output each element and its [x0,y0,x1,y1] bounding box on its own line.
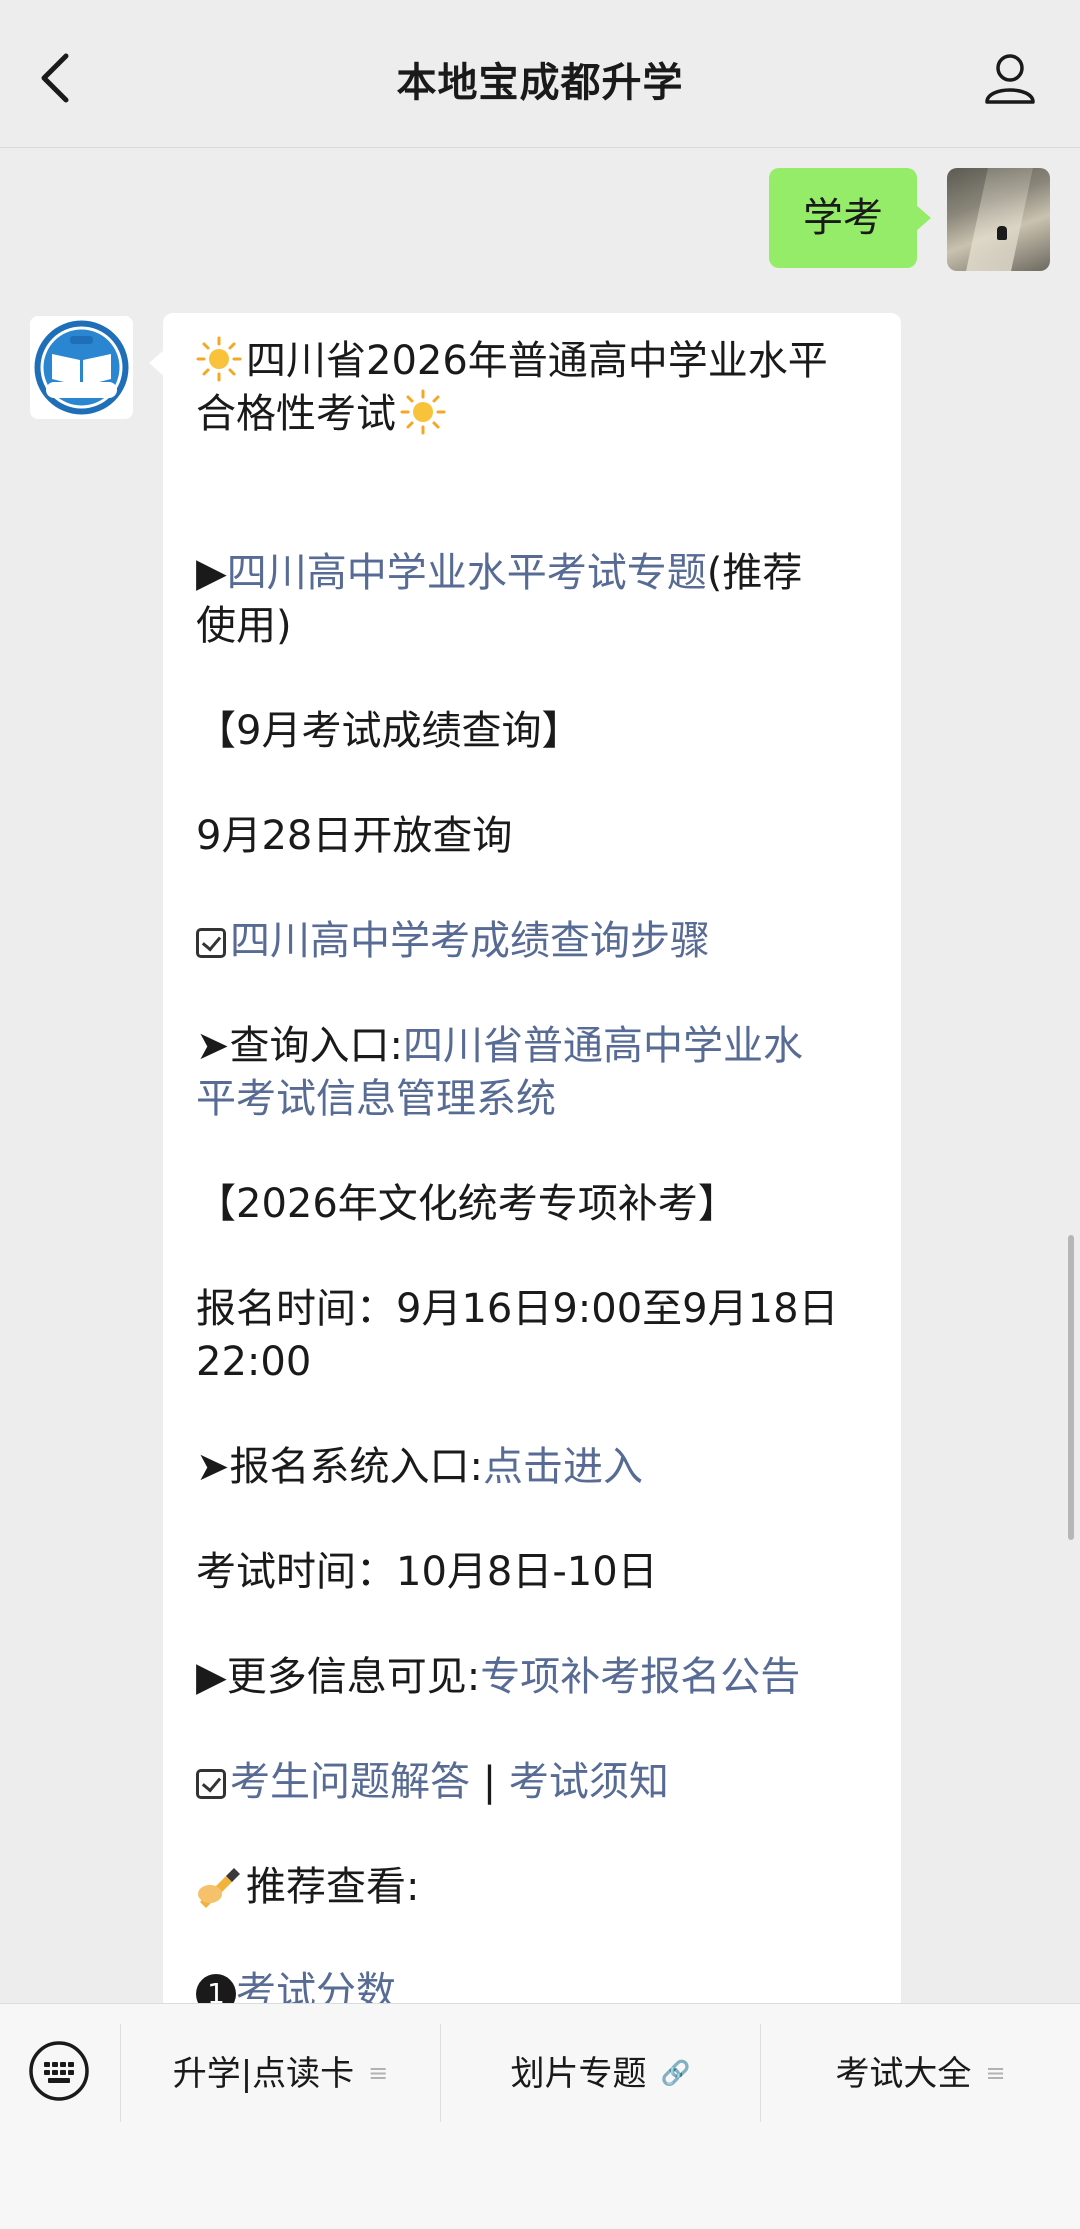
sun-icon [400,389,446,435]
recommend-item-1: 1 考试分数 [196,1966,871,2003]
reg-time-text: 报名时间：9月16日9:00至9月18日 [196,1286,839,1332]
number-badge: 1 [196,1974,236,2003]
topic-line-2: 使用) [196,603,292,649]
makeup-section-heading: 【2026年文化统考专项补考】 [196,1181,738,1227]
score-steps-line: 四川高中学考成绩查询步骤 [196,915,871,968]
bot-message-bubble: 四川省2026年普通高中学业水平 合格性考试 ▶四川高中学业水平考试专题(推荐 … [149,313,901,2003]
score-open-text: 9月28日开放查询 [196,813,513,859]
entry-link-cont[interactable]: 平考试信息管理系统 [196,1076,556,1122]
menu-item-shengxue[interactable]: 升学|点读卡 ≡ [121,2024,440,2122]
exam-time-text: 考试时间：10月8日-10日 [196,1549,658,1595]
writing-hand-icon [198,1868,240,1908]
title-line-2: 合格性考试 [196,388,871,441]
checkbox-icon [196,928,226,958]
faq-link[interactable]: 考生问题解答 [230,1759,470,1805]
topic-line: ▶四川高中学业水平考试专题(推荐 [196,550,803,596]
scrollbar[interactable] [1068,1235,1074,1540]
user-avatar[interactable] [947,168,1050,271]
title-line-1: 四川省2026年普通高中学业水平 [196,335,871,388]
chengdu-shengxue-logo-icon [34,320,129,415]
faq-line: 考生问题解答 | 考试须知 [196,1756,871,1809]
keyboard-icon[interactable] [28,2040,90,2102]
reg-entry-line: ➤报名系统入口:点击进入 [196,1444,643,1490]
link-icon: 🔗 [660,2059,691,2087]
more-info-link[interactable]: 专项补考报名公告 [480,1654,800,1700]
chat-title: 本地宝成都升学 [396,60,684,106]
chat-area[interactable]: 学考 四川省2026年普通高中学业水平 合格性考试 ▶四川高中学业水平考试专题(… [0,148,1080,2003]
recommend-line: 推荐查看: [196,1861,871,1914]
user-message-bubble[interactable]: 学考 [769,168,931,268]
reg-entry-link[interactable]: 点击进入 [483,1444,643,1490]
bottom-menu-bar: 升学|点读卡 ≡ 划片专题 🔗 考试大全 ≡ [0,2003,1080,2229]
menu-item-kaoshi[interactable]: 考试大全 ≡ [761,2024,1080,2122]
checkbox-icon [196,1769,226,1799]
recommend-link-1[interactable]: 考试分数 [236,1969,396,2003]
person-icon[interactable] [982,50,1038,106]
topic-link[interactable]: 四川高中学业水平考试专题 [227,550,707,596]
bot-avatar[interactable] [30,316,133,419]
score-section-heading: 【9月考试成绩查询】 [196,708,582,754]
entry-line: ➤查询入口:四川省普通高中学业水 [196,1023,803,1069]
menu-item-huapian[interactable]: 划片专题 🔗 [441,2024,760,2122]
reg-time-text-2: 22:00 [196,1339,312,1385]
sun-icon [196,336,242,382]
more-info-line: ▶更多信息可见:专项补考报名公告 [196,1654,801,1700]
entry-link[interactable]: 四川省普通高中学业水 [403,1023,803,1069]
top-bar: 本地宝成都升学 [0,0,1080,148]
entry-line-2: 平考试信息管理系统 [196,1073,871,1126]
score-steps-link[interactable]: 四川高中学考成绩查询步骤 [230,918,710,964]
notice-link[interactable]: 考试须知 [509,1759,669,1805]
